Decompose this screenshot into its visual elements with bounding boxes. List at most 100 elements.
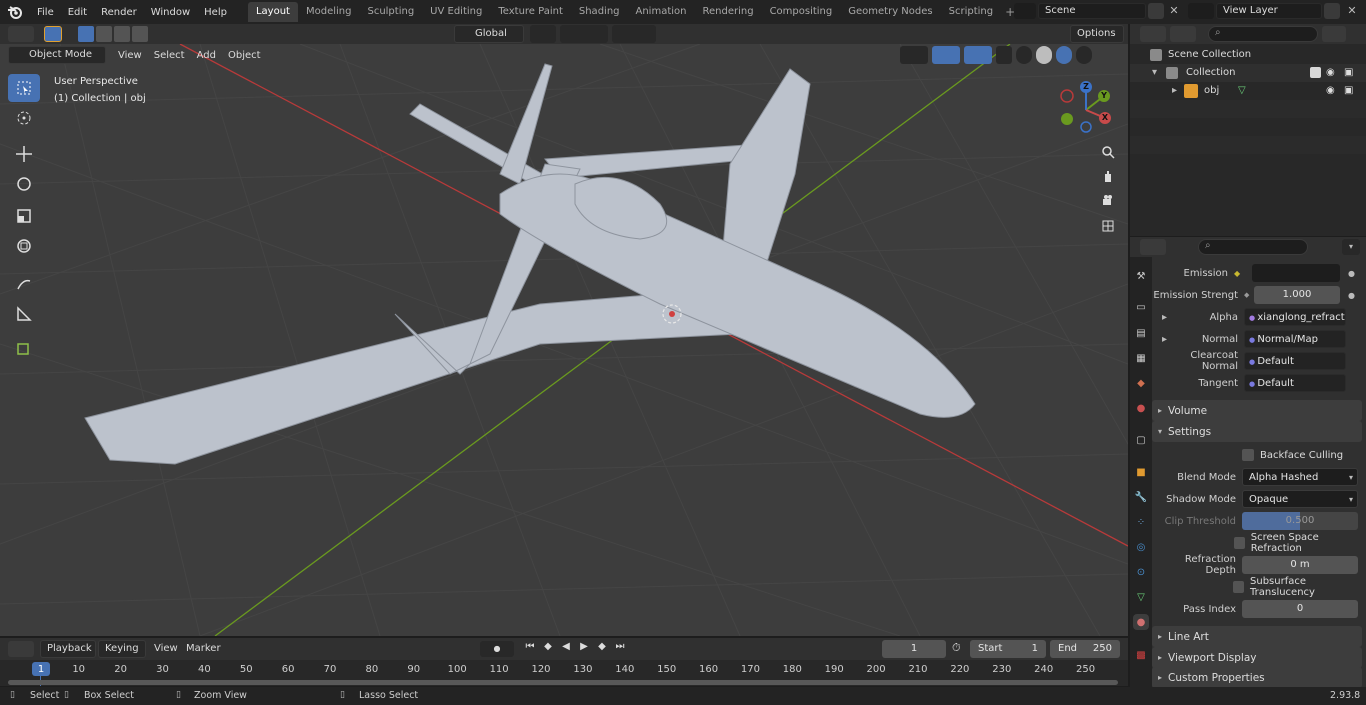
- normal-link-field[interactable]: ● Normal/Map: [1244, 330, 1346, 348]
- view-layer-field[interactable]: View Layer: [1216, 3, 1322, 19]
- timeline-view-menu[interactable]: View: [154, 643, 178, 654]
- annotate-tool-icon[interactable]: [8, 270, 40, 298]
- cursor-tool-icon[interactable]: [8, 104, 40, 132]
- mode-extend-icon[interactable]: [96, 26, 112, 42]
- object-camera-icon[interactable]: ▣: [1344, 82, 1353, 100]
- timeline-area[interactable]: 1 10 20 30 40 50 60 70 80 90 100 110 120 130 140 150 160…: [0, 660, 1128, 686]
- mesh-data-icon[interactable]: ▽: [1238, 82, 1246, 100]
- emission-strength-field[interactable]: 1.000: [1254, 286, 1340, 304]
- overlay-toggle-icon[interactable]: [964, 46, 992, 64]
- tab-modeling[interactable]: Modeling: [298, 2, 360, 22]
- keying-menu[interactable]: Keying: [98, 640, 146, 658]
- scene-field[interactable]: Scene: [1038, 3, 1146, 19]
- tab-geometry-nodes[interactable]: Geometry Nodes: [840, 2, 940, 22]
- object-eye-icon[interactable]: ◉: [1326, 82, 1335, 100]
- outliner-search-input[interactable]: ⌕: [1208, 26, 1318, 42]
- visibility-icon[interactable]: [900, 46, 928, 64]
- subsurface-checkbox[interactable]: [1233, 581, 1245, 593]
- current-frame-field[interactable]: 1: [882, 640, 946, 658]
- view-layer-tab-icon[interactable]: ▦: [1133, 350, 1149, 366]
- filter-icon[interactable]: [1322, 26, 1346, 42]
- world-tab-icon[interactable]: ●: [1133, 400, 1149, 416]
- tab-uv-editing[interactable]: UV Editing: [422, 2, 490, 22]
- close-view-layer-icon[interactable]: ✕: [1344, 3, 1360, 19]
- camera-view-icon[interactable]: [1096, 189, 1120, 213]
- scene-icon[interactable]: [1014, 3, 1036, 19]
- menu-object[interactable]: Object: [222, 50, 267, 61]
- texture-tab-icon[interactable]: ▩: [1133, 647, 1149, 663]
- volume-panel-header[interactable]: ▸ Volume: [1152, 400, 1362, 421]
- line-art-panel-header[interactable]: ▸ Line Art: [1152, 626, 1362, 647]
- tab-scripting[interactable]: Scripting: [941, 2, 1001, 22]
- alpha-expand-icon[interactable]: ▸: [1152, 312, 1168, 323]
- tab-sculpting[interactable]: Sculpting: [359, 2, 422, 22]
- view-layer-icon[interactable]: [1188, 3, 1214, 19]
- pass-index-field[interactable]: 0: [1242, 600, 1358, 618]
- options-dropdown[interactable]: Options: [1070, 25, 1124, 43]
- tab-layout[interactable]: Layout: [247, 2, 298, 22]
- normal-expand-icon[interactable]: ▸: [1152, 334, 1168, 345]
- wireframe-shading-icon[interactable]: [1016, 46, 1032, 64]
- menu-add[interactable]: Add: [191, 50, 222, 61]
- rendered-shading-icon[interactable]: [1076, 46, 1092, 64]
- outliner-editor-icon[interactable]: [1140, 26, 1166, 42]
- zoom-view-icon[interactable]: [1096, 140, 1120, 164]
- clearcoat-link-field[interactable]: ● Default: [1244, 352, 1346, 370]
- start-frame-field[interactable]: Start 1: [970, 640, 1046, 658]
- select-box-tool-icon[interactable]: [8, 74, 40, 102]
- clip-threshold-slider[interactable]: 0.500: [1242, 512, 1358, 530]
- modifier-tab-icon[interactable]: 🔧: [1133, 489, 1149, 505]
- proportional-edit-icon[interactable]: [612, 25, 656, 43]
- mode-dropdown[interactable]: Object Mode: [8, 46, 106, 64]
- outliner-row-collection[interactable]: ▾ Collection ◉ ▣: [1130, 64, 1366, 82]
- tangent-link-field[interactable]: ● Default: [1244, 374, 1346, 392]
- timeline-scrollbar[interactable]: [8, 680, 1118, 685]
- close-scene-icon[interactable]: ✕: [1166, 3, 1182, 19]
- ssr-checkbox[interactable]: [1233, 537, 1245, 549]
- collection-camera-icon[interactable]: ▣: [1344, 64, 1353, 82]
- data-tab-icon[interactable]: ▽: [1133, 589, 1149, 605]
- object-expand-icon[interactable]: ▸: [1172, 82, 1177, 100]
- next-keyframe-icon[interactable]: ◆: [594, 641, 610, 652]
- rotate-tool-icon[interactable]: [8, 170, 40, 198]
- blend-mode-dropdown[interactable]: Alpha Hashed ▾: [1242, 468, 1358, 486]
- emission-keyframe-icon[interactable]: ●: [1348, 269, 1355, 278]
- backface-checkbox[interactable]: [1242, 449, 1254, 461]
- outliner-row-object[interactable]: ▸ obj ▽ ◉ ▣: [1130, 82, 1366, 100]
- menu-select[interactable]: Select: [148, 50, 191, 61]
- record-icon[interactable]: ●: [480, 641, 514, 657]
- collection-checkbox[interactable]: [1310, 67, 1321, 78]
- jump-end-icon[interactable]: ⏭: [612, 641, 628, 652]
- playback-menu[interactable]: Playback: [40, 640, 96, 658]
- gizmo-toggle-icon[interactable]: [932, 46, 960, 64]
- add-cube-tool-icon[interactable]: [8, 334, 40, 362]
- timeline-editor-icon[interactable]: [8, 641, 34, 657]
- tab-shading[interactable]: Shading: [571, 2, 628, 22]
- custom-properties-panel-header[interactable]: ▸ Custom Properties: [1152, 667, 1362, 688]
- render-tab-icon[interactable]: ▭: [1133, 299, 1149, 315]
- collection-expand-icon[interactable]: ▾: [1152, 64, 1157, 82]
- menu-edit[interactable]: Edit: [61, 7, 94, 18]
- menu-file[interactable]: File: [30, 7, 61, 18]
- tab-compositing[interactable]: Compositing: [762, 2, 841, 22]
- properties-editor-icon[interactable]: [1140, 239, 1166, 255]
- pan-view-icon[interactable]: [1096, 164, 1120, 188]
- mode-new-icon[interactable]: [78, 26, 94, 42]
- strength-socket-icon[interactable]: ◆: [1244, 291, 1254, 299]
- collection-tab-icon[interactable]: ▢: [1133, 432, 1149, 448]
- transform-tool-icon[interactable]: [8, 232, 40, 260]
- settings-panel-header[interactable]: ▾ Settings: [1152, 421, 1362, 442]
- blender-logo-icon[interactable]: [0, 0, 30, 24]
- material-tab-icon[interactable]: ●: [1133, 614, 1149, 630]
- collection-eye-icon[interactable]: ◉: [1326, 64, 1335, 82]
- object-tab-icon[interactable]: ■: [1133, 464, 1149, 480]
- tab-rendering[interactable]: Rendering: [694, 2, 761, 22]
- jump-start-icon[interactable]: ⏮: [522, 641, 538, 652]
- emission-color[interactable]: [1252, 264, 1340, 282]
- play-reverse-icon[interactable]: ◀: [558, 641, 574, 652]
- mode-subtract-icon[interactable]: [114, 26, 130, 42]
- snap-icon[interactable]: [560, 25, 608, 43]
- menu-view[interactable]: View: [112, 50, 148, 61]
- particles-tab-icon[interactable]: ⁘: [1133, 514, 1149, 530]
- properties-options-icon[interactable]: ▾: [1342, 239, 1360, 255]
